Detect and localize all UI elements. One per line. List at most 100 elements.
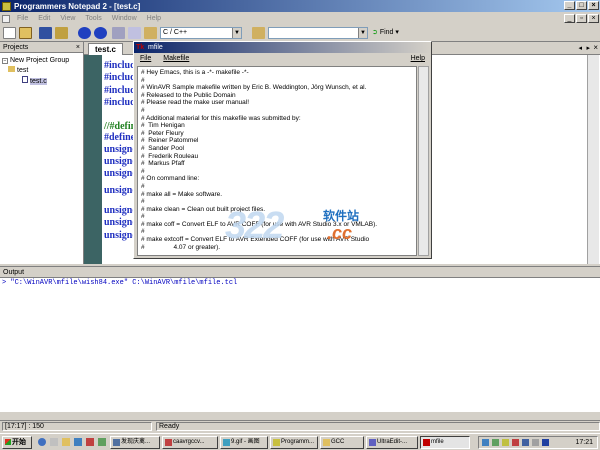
menu-tools[interactable]: Tools	[80, 15, 106, 22]
paste-icon[interactable]	[144, 27, 157, 39]
start-button[interactable]: 开始	[2, 436, 32, 449]
close-icon[interactable]: ×	[593, 43, 598, 52]
output-title: Output	[3, 269, 25, 276]
task-label: UltraEdit-...	[377, 439, 408, 445]
tray-icon[interactable]	[532, 439, 539, 446]
output-line: > "C:\WinAVR\mfile\wish84.exe" C:\WinAVR…	[2, 279, 238, 287]
menu-file[interactable]: File	[12, 15, 33, 22]
mfile-menu-makefile[interactable]: Makefile	[163, 55, 189, 62]
tree-project-group[interactable]: − New Project Group	[2, 56, 81, 66]
menu-edit[interactable]: Edit	[33, 15, 55, 22]
tab-scroll-right-icon[interactable]: ▸	[586, 44, 590, 52]
mdi-restore-icon[interactable]: ▫	[576, 14, 587, 23]
new-file-icon[interactable]	[3, 27, 16, 39]
save-icon[interactable]	[39, 27, 52, 39]
copy-icon[interactable]	[128, 27, 141, 39]
task-icon	[223, 439, 230, 446]
chevron-down-icon: ▼	[232, 28, 241, 38]
explorer-icon[interactable]	[62, 438, 70, 446]
tray-icon[interactable]	[502, 439, 509, 446]
code-line: #define	[104, 132, 136, 143]
editor-scrollbar[interactable]	[587, 55, 599, 264]
mdi-close-icon[interactable]: ×	[588, 14, 599, 23]
tray-icon[interactable]	[492, 439, 499, 446]
tray-icon[interactable]	[542, 439, 549, 446]
tree-project[interactable]: test	[2, 66, 81, 76]
code-line: #includ	[104, 97, 136, 108]
tab-scroll-left-icon[interactable]: ◂	[578, 44, 582, 52]
mfile-titlebar[interactable]: Tk mfile	[134, 42, 431, 53]
file-icon	[22, 76, 28, 83]
desktop-icon[interactable]	[50, 438, 58, 446]
cut-icon[interactable]	[112, 27, 125, 39]
mdi-minimize-icon[interactable]: _	[564, 14, 575, 23]
mfile-menu-help[interactable]: Help	[411, 53, 425, 65]
taskbar: 开始 发现庆禽... caavrgccv... 9.gif - 画图 Progr…	[0, 433, 600, 450]
chevron-down-icon: ▼	[358, 28, 367, 38]
start-label: 开始	[12, 439, 26, 446]
quicklaunch-icon[interactable]	[98, 438, 106, 446]
menu-view[interactable]: View	[55, 15, 80, 22]
watermark-suffix: .cc	[327, 223, 353, 243]
window-titlebar[interactable]: Programmers Notepad 2 - [test.c] _ □ ×	[0, 0, 600, 12]
tree-file[interactable]: test.c	[2, 76, 81, 87]
system-tray: 17:21	[478, 436, 598, 449]
language-select[interactable]: C / C++ ▼	[160, 27, 242, 39]
open-folder-icon[interactable]	[19, 27, 32, 39]
code-line: unsigne	[104, 230, 137, 241]
tray-icon[interactable]	[522, 439, 529, 446]
task-item[interactable]: UltraEdit-...	[366, 436, 418, 449]
code-line: #includ	[104, 72, 136, 83]
maximize-icon[interactable]: □	[576, 1, 587, 10]
menu-window[interactable]: Window	[107, 15, 142, 22]
tk-icon: Tk	[136, 44, 145, 51]
projects-title: Projects	[3, 44, 29, 51]
output-header: Output	[0, 266, 600, 277]
close-icon[interactable]: ×	[588, 1, 599, 10]
minimize-icon[interactable]: _	[564, 1, 575, 10]
task-icon	[423, 439, 430, 446]
task-item[interactable]: GCC	[320, 436, 364, 449]
mfile-scrollbar[interactable]	[418, 66, 429, 256]
code-line: unsigne	[104, 217, 137, 228]
code-line: unsigne	[104, 205, 137, 216]
mfile-menubar: File Makefile Help	[134, 53, 431, 65]
task-icon	[323, 439, 330, 446]
watermark-number: 322	[225, 205, 284, 247]
output-pane[interactable]: > "C:\WinAVR\mfile\wish84.exe" C:\WinAVR…	[0, 277, 600, 412]
task-item[interactable]: 发现庆禽...	[110, 436, 160, 449]
search-icon[interactable]	[252, 27, 265, 39]
undo-icon[interactable]	[78, 27, 91, 39]
task-item[interactable]: 9.gif - 画图	[220, 436, 268, 449]
task-label: 9.gif - 画图	[231, 439, 260, 445]
code-line: unsigne	[104, 156, 137, 167]
tray-icon[interactable]	[482, 439, 489, 446]
find-input[interactable]: ▼	[268, 27, 368, 39]
tab-label: test.c	[95, 45, 116, 54]
task-item-active[interactable]: mfile	[420, 436, 470, 449]
task-item[interactable]: caavrgccv...	[162, 436, 218, 449]
task-item[interactable]: Programm...	[270, 436, 318, 449]
watermark-cn: 软件站	[323, 209, 360, 223]
media-icon[interactable]	[74, 438, 82, 446]
menu-help[interactable]: Help	[142, 15, 166, 22]
windows-icon	[5, 439, 11, 445]
redo-icon[interactable]	[94, 27, 107, 39]
status-message: Ready	[156, 422, 600, 431]
ie-icon[interactable]	[38, 438, 46, 446]
save-all-icon[interactable]	[55, 27, 68, 39]
code-line: unsigne	[104, 168, 137, 179]
close-icon[interactable]: ×	[76, 42, 80, 53]
mfile-menu-file[interactable]: File	[140, 55, 151, 62]
quicklaunch-icon[interactable]	[86, 438, 94, 446]
tab-test-c[interactable]: test.c	[88, 43, 123, 55]
tree-project-label: test	[17, 67, 29, 74]
code-line: #includ	[104, 60, 136, 71]
collapse-icon[interactable]: −	[2, 58, 8, 64]
tray-icon[interactable]	[512, 439, 519, 446]
projects-panel: Projects × − New Project Group test test.…	[0, 42, 84, 264]
task-icon	[113, 439, 120, 446]
find-button[interactable]: ➲ Find ▾	[372, 28, 399, 36]
task-icon	[369, 439, 376, 446]
clock: 17:21	[575, 439, 593, 446]
